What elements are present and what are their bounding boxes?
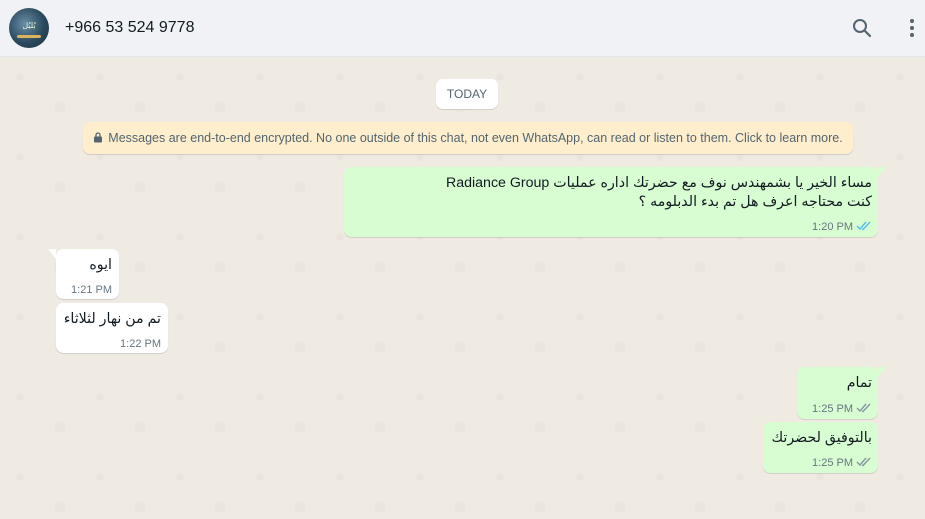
message-time: 1:21 PM: [71, 284, 112, 296]
message-time: 1:25 PM: [812, 403, 853, 415]
date-divider: TODAY: [436, 79, 498, 109]
read-ticks-icon: [856, 403, 871, 413]
chat-header: بُلبُل +966 53 524 9778: [0, 0, 925, 57]
chat-scrollbar[interactable]: [919, 57, 925, 519]
message-meta: 1:25 PM: [812, 402, 872, 415]
message-text-line: ايوه: [89, 257, 112, 273]
message-time: 1:22 PM: [120, 338, 161, 350]
bubble-tail: [878, 167, 886, 177]
encryption-notice[interactable]: Messages are end-to-end encrypted. No on…: [83, 122, 853, 154]
message-text-line: تم من نهار لثلاثاء: [63, 311, 161, 327]
avatar-decoration: [17, 35, 41, 38]
search-icon[interactable]: [850, 16, 874, 40]
message-meta: 1:20 PM: [812, 220, 872, 233]
bubble-tail: [48, 249, 56, 259]
message-meta: 1:25 PM: [812, 456, 872, 469]
message-time: 1:20 PM: [812, 221, 853, 233]
message-text-line: مساء الخير يا بشمهندس نوف مع حضرتك اداره…: [445, 175, 872, 191]
contact-name[interactable]: +966 53 524 9778: [65, 19, 194, 37]
read-ticks-icon: [856, 221, 871, 231]
message-outgoing[interactable]: مساء الخير يا بشمهندس نوف مع حضرتك اداره…: [344, 167, 886, 237]
contact-avatar[interactable]: بُلبُل: [9, 8, 49, 48]
message-incoming[interactable]: تم من نهار لثلاثاء 1:22 PM: [56, 303, 168, 353]
message-incoming[interactable]: ايوه 1:21 PM: [48, 249, 119, 299]
menu-kebab-icon[interactable]: [900, 16, 924, 40]
lock-icon: [94, 132, 103, 143]
message-outgoing[interactable]: بالتوفيق لحضرتك 1:25 PM: [763, 422, 878, 473]
message-text-line: بالتوفيق لحضرتك: [771, 430, 872, 446]
avatar-text: بُلبُل: [22, 21, 36, 30]
encryption-notice-text: Messages are end-to-end encrypted. No on…: [108, 131, 843, 145]
read-ticks-icon: [856, 457, 871, 467]
bubble-tail: [878, 367, 886, 377]
message-text-line: تمام: [846, 375, 872, 391]
message-time: 1:25 PM: [812, 457, 853, 469]
chat-pane[interactable]: TODAY Messages are end-to-end encrypted.…: [0, 57, 925, 519]
message-text-line: كنت محتاجه اعرف هل تم بدء الدبلومه ؟: [638, 194, 872, 210]
message-outgoing[interactable]: تمام 1:25 PM: [797, 367, 886, 419]
